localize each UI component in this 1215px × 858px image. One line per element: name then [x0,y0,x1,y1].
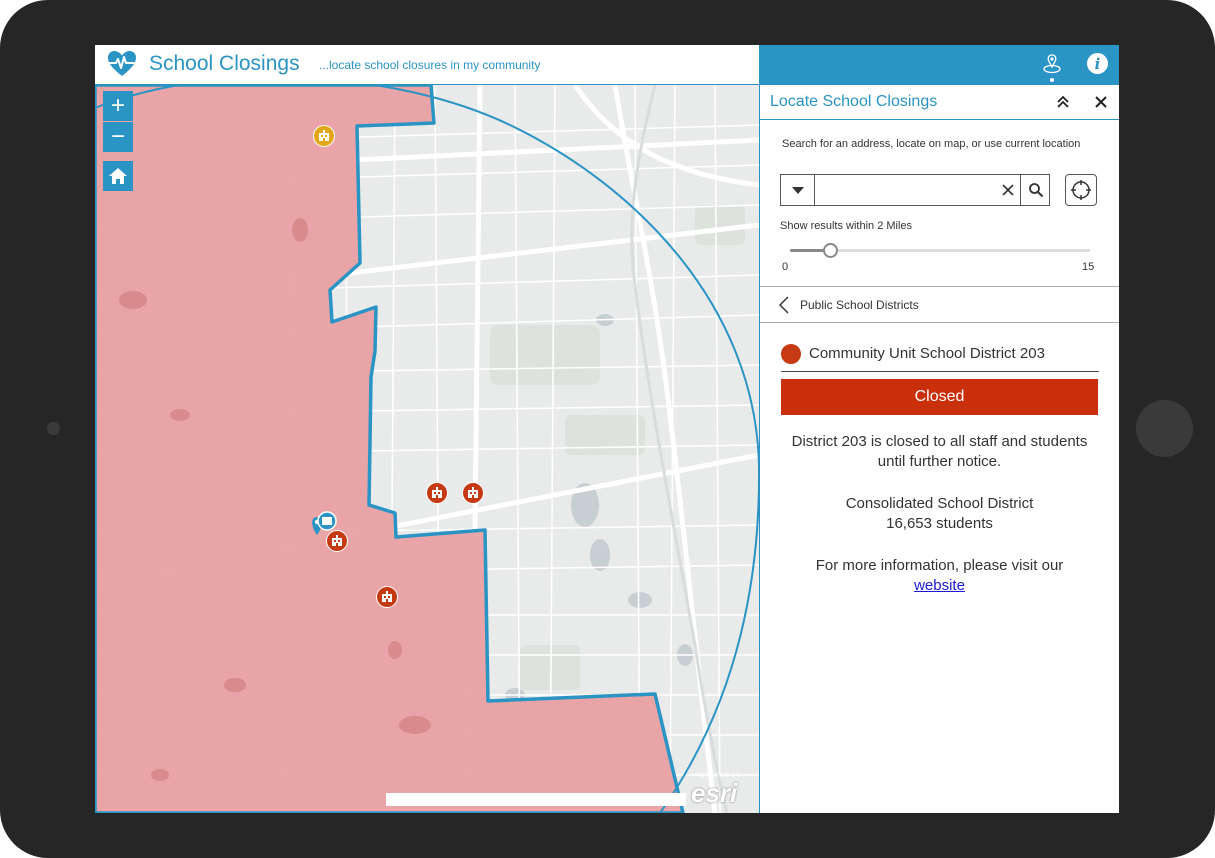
school-marker-closed[interactable] [462,482,484,504]
current-location-button[interactable] [1065,174,1097,206]
crosshair-icon [1071,180,1091,200]
app-title: School Closings [149,52,300,75]
panel-titlebar: Locate School Closings [760,85,1119,120]
school-icon [319,130,329,141]
radius-slider[interactable] [790,243,1090,258]
tablet-home-button[interactable] [1136,400,1193,457]
esri-wordmark: esri [691,778,738,808]
search-button[interactable] [1020,175,1051,205]
search-source-dropdown[interactable] [781,175,815,205]
search-box [780,174,1050,206]
website-link[interactable]: website [914,577,965,594]
home-icon [109,168,127,184]
zoom-out-button[interactable]: − [103,122,133,152]
back-to-districts-button[interactable]: Public School Districts [760,287,1119,322]
tablet-frame: School Closings ...locate school closure… [0,0,1215,858]
locate-tool-icon[interactable] [1042,53,1062,75]
search-hint: Search for an address, locate on map, or… [782,138,1081,150]
radius-label: Show results within 2 Miles [780,220,913,232]
close-icon[interactable] [1092,93,1110,111]
clear-search-button[interactable] [995,175,1020,205]
info-icon[interactable]: i [1087,53,1108,74]
search-icon [1029,183,1044,198]
default-extent-button[interactable] [103,161,133,191]
school-icon [382,591,392,602]
scale-bar [386,793,686,806]
radius-slider-thumb[interactable] [823,243,838,258]
school-marker-closed[interactable] [426,482,448,504]
search-input[interactable] [815,175,995,205]
slider-max-label: 15 [1082,261,1095,273]
district-details: Consolidated School District 16,653 stud… [781,494,1098,534]
heartbeat-logo-icon [108,51,136,76]
divider [760,322,1119,323]
map-view[interactable]: + − POWERED BY esri [95,85,759,813]
divider [781,371,1099,372]
school-marker-open[interactable] [313,125,335,147]
app-header: School Closings ...locate school closure… [95,45,759,85]
zoom-in-button[interactable]: + [103,91,133,121]
district-type: Consolidated School District [845,495,1034,512]
collapse-chevron-icon[interactable] [1054,93,1072,111]
school-icon [332,535,342,546]
panel-toolbar: i [760,45,1119,85]
active-tool-indicator [1050,78,1054,82]
basemap [95,85,759,813]
slider-min-label: 0 [782,261,789,273]
esri-attribution-logo: POWERED BY esri [691,773,755,809]
school-marker-closed[interactable] [376,586,398,608]
panel-title: Locate School Closings [770,93,938,110]
closure-message: District 203 is closed to all staff and … [791,433,1088,470]
app-subtitle: ...locate school closures in my communit… [319,58,541,72]
more-info: For more information, please visit our w… [781,556,1098,596]
app-screen: School Closings ...locate school closure… [95,45,1119,813]
school-marker-closed[interactable] [326,530,348,552]
school-icon [468,487,478,498]
status-badge: Closed [781,379,1098,415]
caret-down-icon [791,187,804,194]
clear-icon [1001,184,1014,196]
school-icon [432,487,442,498]
district-status-dot [781,344,801,364]
back-label: Public School Districts [800,298,919,312]
district-enrollment: 16,653 students [886,515,993,532]
more-info-text: For more information, please visit our [815,557,1064,574]
side-panel: i Locate School Closings Search for an a… [759,45,1119,813]
district-name: Community Unit School District 203 [809,345,1045,362]
chevron-left-icon [778,296,789,314]
tablet-camera [47,422,60,435]
